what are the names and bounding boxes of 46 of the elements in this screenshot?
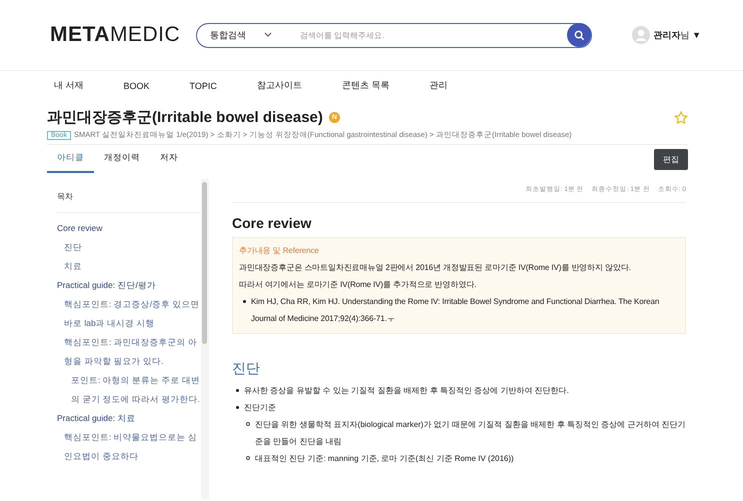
search-icon	[574, 30, 584, 40]
nav-link[interactable]: BOOK	[124, 80, 150, 90]
tab[interactable]: 아티클	[47, 145, 94, 173]
toc-item[interactable]: Practical guide: 진단/평가	[57, 276, 201, 295]
bullet-icon	[246, 456, 250, 460]
bullet-icon	[236, 406, 239, 409]
bullet-text: 대표적인 진단 기준: manning 기준, 로마 기준(최신 기준 Rome IV (2016))	[255, 453, 514, 465]
edit-button[interactable]: 편집	[654, 148, 688, 170]
note-text: 과민대장증후군은 스마트일차진료매뉴얼 2판에서 2016년 개정발표된 로마기준 IV(Rome IV)를 반영하지 않았다.	[239, 262, 632, 274]
avatar-icon[interactable]	[632, 26, 650, 44]
bullet-icon	[243, 300, 246, 303]
user-menu[interactable]: 관리자님 ▼	[654, 28, 701, 42]
nav-link[interactable]: 관리	[429, 79, 448, 92]
star-icon[interactable]	[674, 110, 688, 124]
page-title: 과민대장증후군(Irritable bowel disease)	[47, 108, 323, 127]
tab[interactable]: 개정이력	[94, 145, 150, 173]
nav-link[interactable]: 참고사이트	[256, 79, 302, 92]
toc-item[interactable]: 핵심포인트: 경고증상/증후 있으면 바로 lab과 내시경 시행	[64, 295, 201, 333]
bullet-icon	[236, 389, 239, 392]
scrollbar[interactable]	[201, 179, 209, 499]
toc-item[interactable]: Core review	[57, 219, 201, 238]
bullet-text: 진단을 위한 생물학적 표지자(biological marker)가 없기 때문에 기질적 질환을 배제한 후 특징적인 증상에 근거하여 진단기준을 만들어 진단을 내림	[255, 419, 686, 448]
search-scope-dropdown[interactable]: 통합검색	[210, 28, 246, 42]
note-text: 따라서 여기에서는 로마기준 IV(Rome IV)를 추가적으로 반영하였다.	[239, 279, 478, 291]
section-heading: 진단	[232, 360, 261, 378]
tab[interactable]: 저자	[150, 145, 188, 173]
reference-item: Kim HJ, Cha RR, Kim HJ. Understanding the Rome IV: Irritable Bowel Syndrome and Functional Diarrhea. The Korean Journal of Medicine 2017;92(4):366-71.ㅜ	[251, 296, 660, 325]
section-heading: Core review	[232, 215, 312, 231]
toc-item[interactable]: 핵심포인트: 과민대장증후군의 아형을 파악할 필요가 있다.	[64, 333, 201, 371]
scrollbar-thumb[interactable]	[202, 182, 207, 344]
note-title: 추가내용 및 Reference	[239, 245, 320, 257]
search-field[interactable]: 통합검색 검색어를 입력해주세요.	[196, 22, 592, 48]
nav-link[interactable]: TOPIC	[190, 80, 217, 90]
bullet-icon	[246, 422, 250, 426]
toc-item[interactable]: 진단	[64, 238, 201, 257]
bullet-text: 유사한 증상을 유발할 수 있는 기질적 질환을 배제한 후 특징적인 증상에 기반하여 진단한다.	[244, 385, 569, 397]
toc-item[interactable]: 치료	[64, 257, 201, 276]
search-button[interactable]	[567, 23, 591, 47]
bullet-text: 진단기준	[244, 402, 276, 414]
nav-link[interactable]: 내 서재	[54, 79, 84, 92]
toc-item[interactable]: 포인트: 아형의 분류는 주로 대변의 굳기 정도에 따라서 평가한다.	[71, 371, 201, 409]
logo[interactable]: METAMEDIC	[50, 23, 196, 47]
toc-item[interactable]: 핵심포인트: 비약물요법으로는 심인요법이 중요하다	[64, 428, 201, 466]
nav-link[interactable]: 콘텐츠 목록	[342, 79, 390, 92]
toc-item[interactable]: Practical guide: 치료	[57, 409, 201, 428]
chevron-down-icon	[264, 32, 272, 38]
